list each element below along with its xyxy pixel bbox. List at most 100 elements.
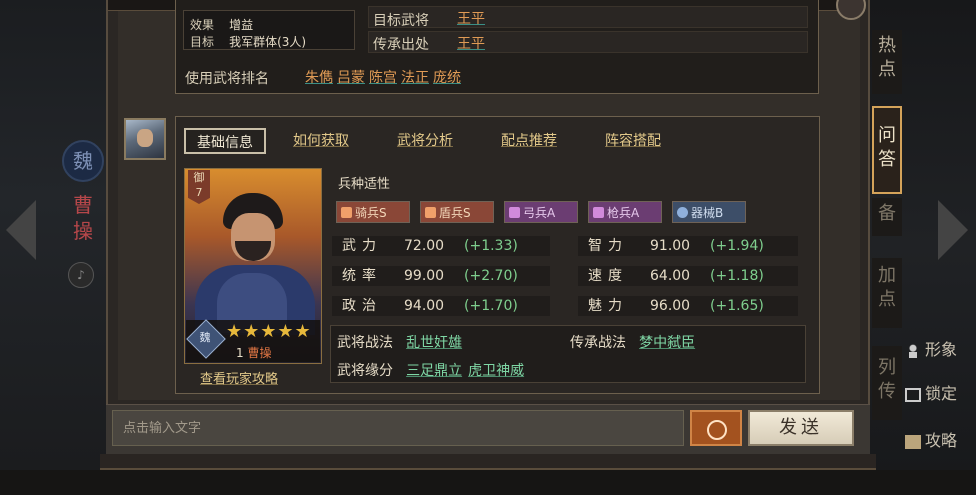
stat-name: 智力 xyxy=(588,238,628,254)
stat-value: 91.00 xyxy=(650,238,691,254)
player-guide-link[interactable]: 查看玩家攻略 xyxy=(200,368,278,387)
speaker-icon[interactable]: ♪ xyxy=(68,262,94,288)
stat-row: 魅力 96.00 (+1.65) xyxy=(578,296,798,316)
tactic-label: 武将战法 xyxy=(337,335,393,351)
stat-name: 魅力 xyxy=(588,298,628,314)
usage-rank-item[interactable]: 庞统 xyxy=(433,70,461,86)
cavalry-icon xyxy=(341,207,352,218)
stat-name: 政治 xyxy=(342,298,382,314)
panel-bottom-frame xyxy=(100,454,876,470)
stat-row: 智力 91.00 (+1.94) xyxy=(578,236,798,256)
target-row: 目标 我军群体(3人) xyxy=(190,31,306,50)
troop-shield: 盾兵S xyxy=(420,201,494,223)
fate-label: 武将缘分 xyxy=(337,363,393,379)
menu-lock-label: 锁定 xyxy=(925,384,958,403)
troop-cavalry-label: 骑兵S xyxy=(355,206,387,220)
menu-appearance-label: 形象 xyxy=(925,340,958,359)
cost-value: 7 xyxy=(195,186,203,199)
inherit-source-row: 传承出处 王平 xyxy=(368,31,808,53)
stat-name: 统率 xyxy=(342,268,382,284)
stat-value: 72.00 xyxy=(404,238,445,254)
tab-point-recommendation[interactable]: 配点推荐 xyxy=(501,128,557,154)
stat-growth: (+1.65) xyxy=(710,298,764,314)
chat-input[interactable] xyxy=(112,410,684,446)
next-arrow-icon[interactable] xyxy=(938,200,968,260)
menu-lock[interactable]: 锁定 xyxy=(905,380,975,403)
stat-growth: (+1.94) xyxy=(710,238,764,254)
tab-how-to-obtain[interactable]: 如何获取 xyxy=(293,128,349,154)
troop-shield-label: 盾兵S xyxy=(439,206,471,220)
stat-growth: (+2.70) xyxy=(464,268,518,284)
menu-guide-label: 攻略 xyxy=(925,431,958,450)
tab-general-analysis[interactable]: 武将分析 xyxy=(397,128,453,154)
fate-item[interactable]: 三足鼎立 xyxy=(406,363,462,379)
previous-arrow-icon[interactable] xyxy=(6,200,36,260)
target-general-row: 目标武将 王平 xyxy=(368,6,808,29)
shield-icon xyxy=(425,207,436,218)
faction-text: 魏 xyxy=(199,331,211,344)
stat-row: 政治 94.00 (+1.70) xyxy=(332,296,550,316)
target-general-value[interactable]: 王平 xyxy=(457,8,485,28)
usage-rank-list: 朱儁 吕蒙 陈宫 法正 庞统 xyxy=(305,67,465,87)
bow-icon xyxy=(509,207,520,218)
tab-points[interactable]: 加点 xyxy=(872,258,902,328)
effect-value: 增益 xyxy=(229,18,254,32)
stat-growth: (+1.18) xyxy=(710,268,764,284)
stat-row: 武力 72.00 (+1.33) xyxy=(332,236,550,256)
usage-rank-item[interactable]: 朱儁 xyxy=(305,70,333,86)
fate-item[interactable]: 虎卫神威 xyxy=(468,363,524,379)
inherit-tactic-label: 传承战法 xyxy=(570,335,626,351)
history-button[interactable] xyxy=(690,410,742,446)
stat-name: 速度 xyxy=(588,268,628,284)
effect-label: 效果 xyxy=(190,18,215,32)
troop-spear: 枪兵A xyxy=(588,201,662,223)
usage-rank-item[interactable]: 陈宫 xyxy=(369,70,397,86)
faction-badge: 魏 xyxy=(62,140,104,182)
stat-row: 速度 64.00 (+1.18) xyxy=(578,266,798,286)
background-general-name: 曹操 xyxy=(73,193,93,243)
star-rating: ★★★★★ xyxy=(226,321,312,342)
stat-growth: (+1.33) xyxy=(464,238,518,254)
tab-qa[interactable]: 问答 xyxy=(872,106,902,194)
stat-name: 武力 xyxy=(342,238,382,254)
level-name: 1 曹操 xyxy=(236,344,271,361)
stat-growth: (+1.70) xyxy=(464,298,518,314)
troop-cavalry: 骑兵S xyxy=(336,201,410,223)
stat-row: 统率 99.00 (+2.70) xyxy=(332,266,550,286)
menu-guide[interactable]: 攻略 xyxy=(905,427,975,450)
clock-icon xyxy=(707,420,727,440)
usage-rank-item[interactable]: 吕蒙 xyxy=(337,70,365,86)
usage-rank-item[interactable]: 法正 xyxy=(401,70,429,86)
lock-icon xyxy=(905,387,921,402)
send-button[interactable]: 发送 xyxy=(748,410,854,446)
troop-spear-label: 枪兵A xyxy=(607,206,640,220)
background-bottom xyxy=(0,470,976,495)
troop-aptitude-title: 兵种适性 xyxy=(338,177,391,192)
stat-value: 94.00 xyxy=(404,298,445,314)
target-value: 我军群体(3人) xyxy=(229,35,307,49)
troop-bow: 弓兵A xyxy=(504,201,578,223)
stat-value: 96.00 xyxy=(650,298,691,314)
general-name: 曹操 xyxy=(247,346,272,360)
troop-siege-label: 器械B xyxy=(691,206,724,220)
tab-lineup[interactable]: 阵容搭配 xyxy=(605,128,661,154)
fate-row: 武将缘分 三足鼎立 虎卫神威 xyxy=(337,360,530,380)
troop-bow-label: 弓兵A xyxy=(523,206,556,220)
tab-hot[interactable]: 热点 xyxy=(872,30,902,94)
cost-label: 御 xyxy=(193,171,205,184)
spear-icon xyxy=(593,207,604,218)
menu-appearance[interactable]: 形象 xyxy=(905,336,975,359)
inherit-tactic-value[interactable]: 梦中弑臣 xyxy=(639,335,695,351)
figure-icon xyxy=(905,343,921,358)
tactic-value[interactable]: 乱世奸雄 xyxy=(406,335,462,351)
inherit-source-label: 传承出处 xyxy=(373,37,429,53)
scroll-icon xyxy=(905,434,921,449)
stat-value: 99.00 xyxy=(404,268,445,284)
tab-prepare[interactable]: 备 xyxy=(872,198,902,236)
tab-basic-info[interactable]: 基础信息 xyxy=(184,128,266,154)
general-avatar[interactable] xyxy=(124,118,166,160)
target-label: 目标 xyxy=(190,35,215,49)
tab-biography[interactable]: 列传 xyxy=(872,346,902,420)
level-value: 1 xyxy=(236,346,244,360)
inherit-source-value[interactable]: 王平 xyxy=(457,33,485,53)
